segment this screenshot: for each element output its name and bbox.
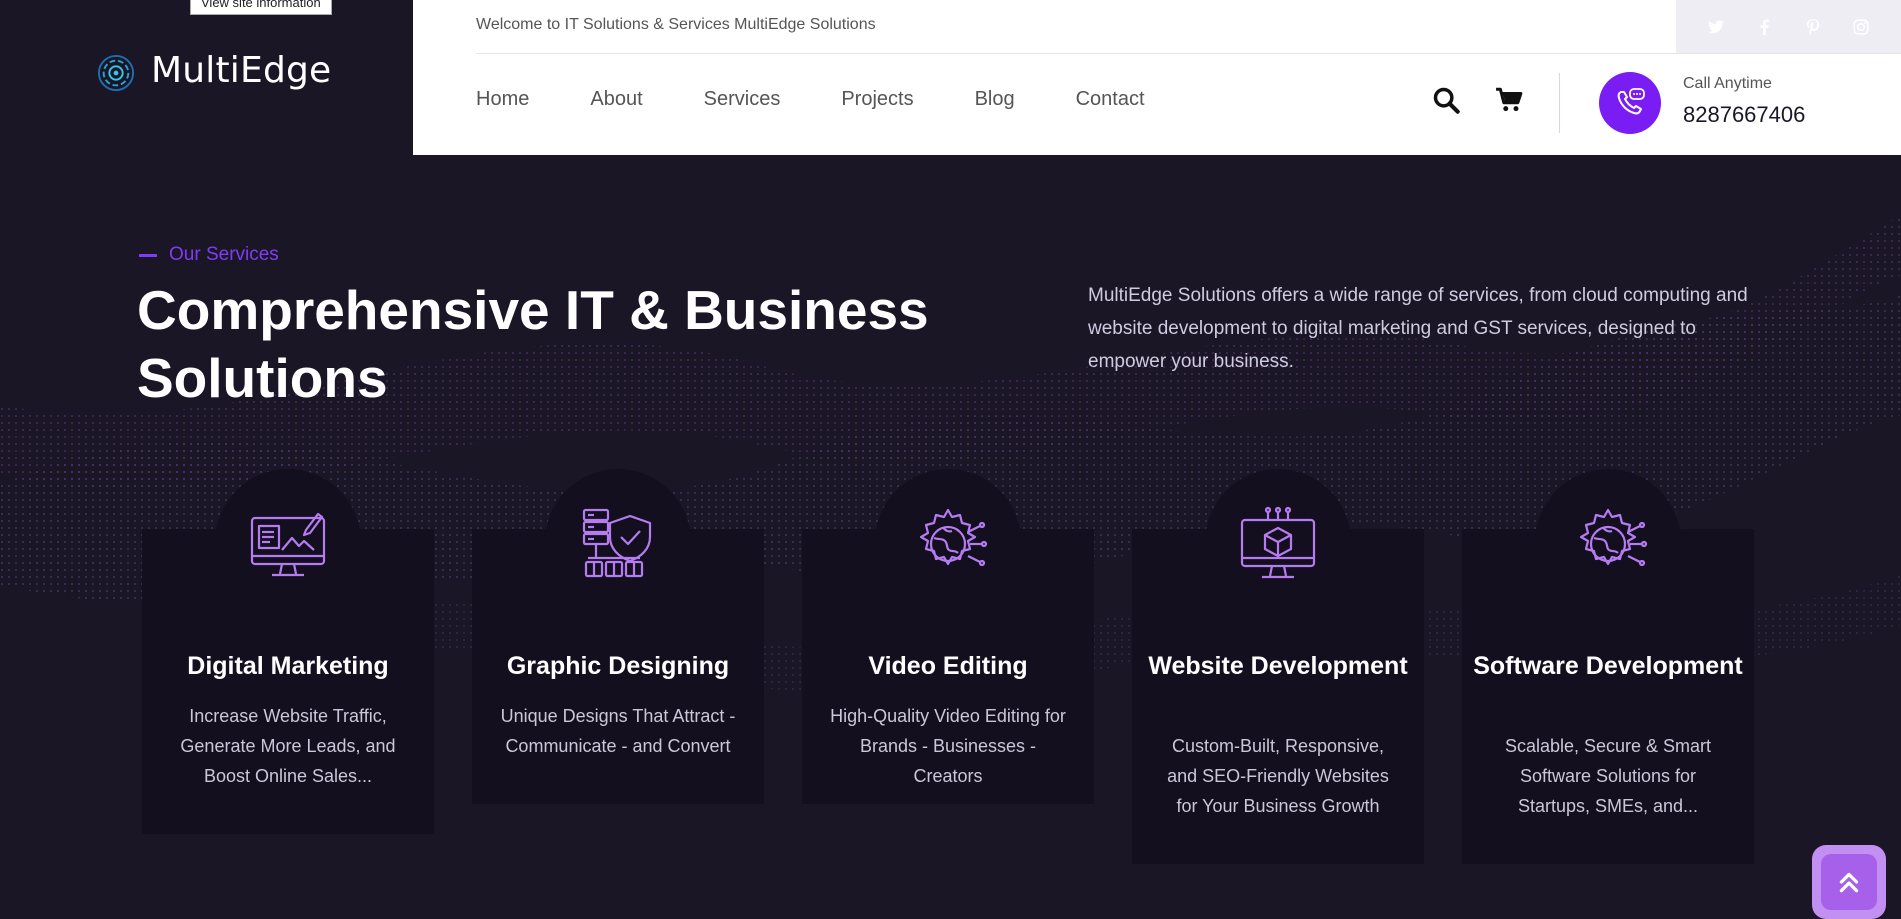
gear-globe-icon xyxy=(919,508,988,567)
gear-globe-icon xyxy=(1579,508,1648,567)
header-divider xyxy=(476,53,1901,54)
section-eyebrow: Our Services xyxy=(139,244,279,266)
card-description: Scalable, Secure & Smart Software Soluti… xyxy=(1504,736,1712,816)
card-title: Digital Marketing xyxy=(187,652,389,680)
service-card-software-development[interactable]: Software Development Scalable, Secure & … xyxy=(1462,469,1754,864)
scroll-to-top-button[interactable] xyxy=(1812,845,1886,919)
pinterest-icon[interactable] xyxy=(1804,18,1822,36)
nav-projects[interactable]: Projects xyxy=(841,88,913,111)
section-title: Comprehensive IT & Business Solutions xyxy=(137,279,929,409)
call-label: Call Anytime xyxy=(1683,75,1772,92)
card-description: Custom-Built, Responsive, and SEO-Friend… xyxy=(1167,736,1389,816)
card-description: Increase Website Traffic, Generate More … xyxy=(180,706,396,786)
service-card-website-development[interactable]: Website Development Custom-Built, Respon… xyxy=(1132,469,1424,864)
search-icon[interactable] xyxy=(1432,86,1460,114)
server-shield-icon xyxy=(582,508,652,578)
section-intro: MultiEdge Solutions offers a wide range … xyxy=(1088,285,1748,372)
nav-contact[interactable]: Contact xyxy=(1076,88,1145,111)
main-nav: Home About Services Projects Blog Contac… xyxy=(476,88,1206,111)
site-info-tooltip: View site information xyxy=(190,0,332,15)
eyebrow-dash xyxy=(139,253,157,257)
monitor-design-icon xyxy=(250,512,326,577)
call-button[interactable] xyxy=(1599,72,1661,134)
card-description: High-Quality Video Editing for Brands - … xyxy=(830,706,1066,786)
phone-chat-icon xyxy=(1617,88,1645,115)
header-separator xyxy=(1559,73,1560,133)
double-chevron-up-icon xyxy=(1839,872,1859,893)
twitter-icon[interactable] xyxy=(1707,18,1725,36)
facebook-icon[interactable] xyxy=(1755,18,1773,36)
monitor-cube-icon xyxy=(1240,506,1316,579)
scroll-to-top-inner xyxy=(1821,854,1877,910)
card-title: Video Editing xyxy=(868,652,1028,680)
brand-panel: View site information MultiEdge xyxy=(0,0,413,155)
instagram-icon[interactable] xyxy=(1852,18,1870,36)
social-links xyxy=(1676,0,1901,53)
eyebrow-text: Our Services xyxy=(169,244,279,265)
brand-name[interactable]: MultiEdge xyxy=(151,50,331,91)
service-card-digital-marketing[interactable]: Digital Marketing Increase Website Traff… xyxy=(142,469,434,834)
call-number[interactable]: 8287667406 xyxy=(1683,102,1805,128)
site-header: Welcome to IT Solutions & Services Multi… xyxy=(413,0,1901,155)
services-section: Our Services Comprehensive IT & Business… xyxy=(0,155,1901,916)
card-title: Software Development xyxy=(1473,652,1743,680)
nav-services[interactable]: Services xyxy=(704,88,781,111)
service-card-graphic-designing[interactable]: Graphic Designing Unique Designs That At… xyxy=(472,469,764,804)
card-description: Unique Designs That Attract - Communicat… xyxy=(500,706,736,756)
card-title: Graphic Designing xyxy=(506,652,730,680)
card-title: Website Development xyxy=(1148,652,1408,680)
logo-icon[interactable] xyxy=(97,54,135,92)
nav-home[interactable]: Home xyxy=(476,88,529,111)
nav-blog[interactable]: Blog xyxy=(975,88,1015,111)
service-card-video-editing[interactable]: Video Editing High-Quality Video Editing… xyxy=(802,469,1094,804)
nav-about[interactable]: About xyxy=(590,88,642,111)
welcome-text: Welcome to IT Solutions & Services Multi… xyxy=(476,16,876,33)
cart-icon[interactable] xyxy=(1495,86,1523,114)
